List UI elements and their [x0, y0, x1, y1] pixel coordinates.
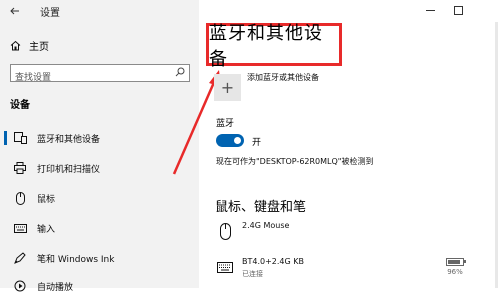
add-device-label: 添加蓝牙或其他设备 — [247, 73, 319, 82]
device-status: 已连接 — [242, 270, 263, 278]
toggle-knob — [234, 137, 241, 144]
mouse-icon — [216, 220, 234, 242]
add-device-button[interactable]: + 添加蓝牙或其他设备 — [214, 70, 319, 101]
battery-indicator: 96% — [446, 258, 466, 276]
plus-icon: + — [214, 74, 241, 101]
toggle-state-label: 开 — [252, 138, 262, 148]
device-item-keyboard[interactable]: BT4.0+2.4G KB 已连接 96% — [216, 256, 486, 280]
device-name: 2.4G Mouse — [242, 221, 290, 230]
scrollbar[interactable] — [495, 22, 498, 288]
keyboard-icon — [216, 256, 234, 278]
battery-icon — [446, 258, 466, 266]
annotation-arrow — [172, 70, 221, 175]
section-header-mouse-keyboard-pen: 鼠标、键盘和笔 — [215, 200, 307, 215]
bluetooth-label: 蓝牙 — [216, 119, 235, 129]
discoverable-text: 现在可作为"DESKTOP-62R0MLQ"被检测到 — [216, 157, 374, 166]
bluetooth-toggle[interactable] — [216, 134, 244, 147]
device-item-mouse[interactable]: 2.4G Mouse — [216, 220, 486, 242]
device-name: BT4.0+2.4G KB — [242, 257, 304, 266]
battery-level: 96% — [447, 268, 463, 276]
